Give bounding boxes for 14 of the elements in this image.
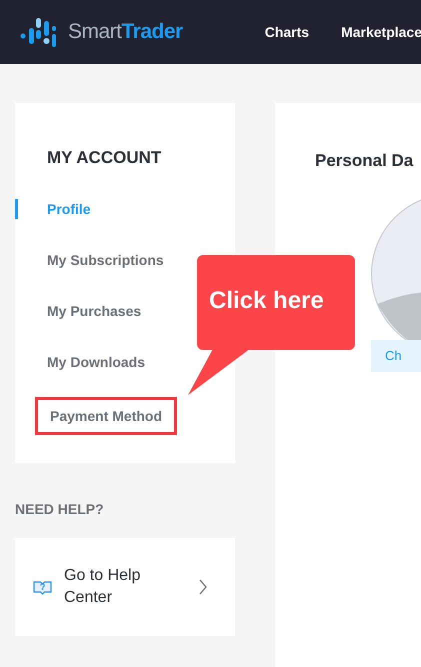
change-photo-button[interactable]: Ch xyxy=(371,340,421,372)
chevron-right-icon xyxy=(199,579,207,595)
account-menu-item[interactable]: Profile xyxy=(15,198,91,218)
help-center-link[interactable]: Go to Help Center xyxy=(15,538,235,636)
help-book-icon xyxy=(33,578,52,596)
account-menu-item[interactable]: My Subscriptions xyxy=(15,250,164,270)
account-menu-item[interactable]: My Purchases xyxy=(15,300,142,320)
account-menu-item[interactable]: Payment Method xyxy=(35,396,178,434)
logo[interactable]: SmartTrader xyxy=(20,16,183,48)
help-heading: NEED HELP? xyxy=(15,500,105,519)
section-title: Personal Da xyxy=(315,150,414,172)
section-title: MY ACCOUNT xyxy=(47,147,162,169)
nav-link[interactable]: Charts xyxy=(264,22,310,42)
account-menu-item[interactable]: My Downloads xyxy=(15,352,146,372)
